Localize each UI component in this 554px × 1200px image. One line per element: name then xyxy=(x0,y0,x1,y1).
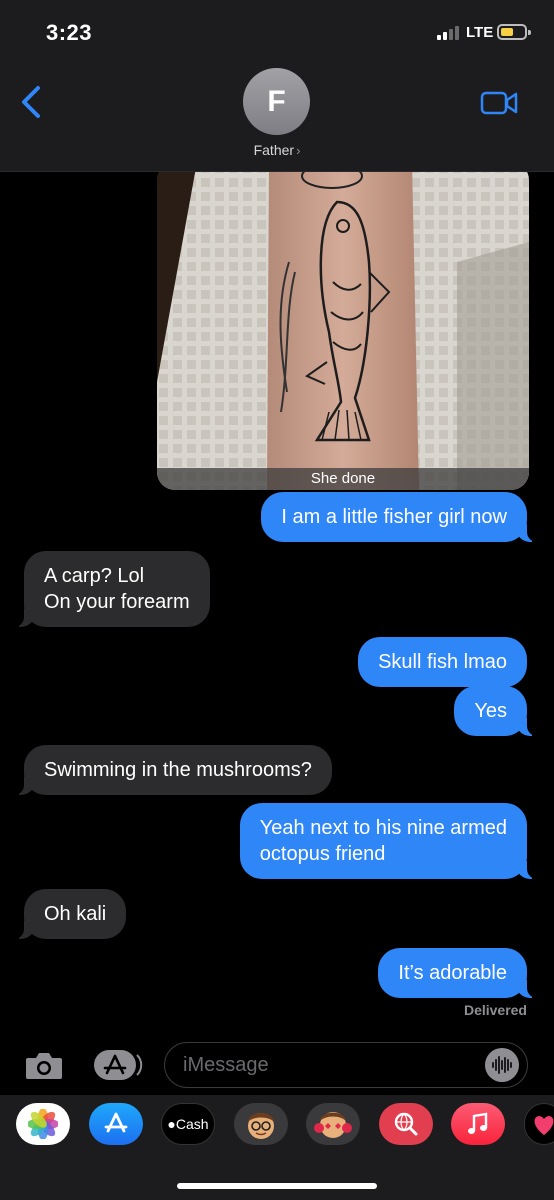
chevron-right-icon: › xyxy=(296,143,301,158)
message-text-line: On your forearm xyxy=(44,591,190,613)
app-store-icon[interactable] xyxy=(89,1103,143,1145)
status-time: 3:23 xyxy=(46,20,93,45)
message-bubble-incoming[interactable]: A carp? Lol On your forearm xyxy=(12,551,210,627)
delivery-status: Delivered xyxy=(463,1002,527,1018)
tattoo-photo xyxy=(157,162,529,490)
signal-strength-icon xyxy=(437,26,459,40)
network-type: LTE xyxy=(466,24,494,41)
digital-touch-icon[interactable] xyxy=(524,1103,554,1145)
message-bubble-outgoing[interactable]: It’s adorable xyxy=(378,948,539,998)
contact-avatar[interactable]: F xyxy=(243,68,310,135)
message-bubble-outgoing[interactable]: I am a little fisher girl now xyxy=(261,492,539,542)
apple-cash-label: Cash xyxy=(175,1116,209,1132)
message-text: Swimming in the mushrooms? xyxy=(44,759,312,781)
apple-cash-icon[interactable]: ●Cash xyxy=(161,1103,215,1145)
photo-attachment[interactable]: She done xyxy=(157,162,529,490)
home-indicator[interactable] xyxy=(177,1183,377,1189)
message-text: I am a little fisher girl now xyxy=(281,506,507,528)
message-text: Skull fish lmao xyxy=(378,651,507,673)
message-bubble-incoming[interactable]: Oh kali xyxy=(11,889,127,939)
memoji-stickers-icon[interactable] xyxy=(306,1103,360,1145)
back-chevron-icon[interactable] xyxy=(18,84,48,120)
memoji-icon[interactable] xyxy=(234,1103,288,1145)
app-store-button-icon[interactable] xyxy=(93,1049,143,1081)
music-icon[interactable] xyxy=(451,1103,505,1145)
photos-app-icon[interactable] xyxy=(16,1103,70,1145)
message-text-line: A carp? Lol xyxy=(44,565,145,587)
apple-logo-icon: ● xyxy=(167,1116,176,1132)
contact-name-button[interactable]: Father › xyxy=(0,142,554,158)
contact-name: Father xyxy=(253,142,295,158)
message-bubble-outgoing[interactable]: Skull fish lmao xyxy=(358,637,527,687)
message-bubble-incoming[interactable]: Swimming in the mushrooms? xyxy=(12,745,332,795)
camera-icon[interactable] xyxy=(24,1049,64,1081)
message-text: Oh kali xyxy=(44,903,107,925)
web-search-icon[interactable] xyxy=(379,1103,433,1145)
avatar-initial: F xyxy=(267,84,286,118)
message-input[interactable]: iMessage xyxy=(164,1042,528,1088)
battery-icon xyxy=(497,24,531,40)
message-bubble-outgoing[interactable]: Yeah next to his nine armed octopus frie… xyxy=(239,803,540,879)
message-text: It’s adorable xyxy=(398,962,507,984)
message-bubble-outgoing[interactable]: Yes xyxy=(454,686,539,736)
facetime-video-icon[interactable] xyxy=(480,90,518,116)
message-input-placeholder: iMessage xyxy=(183,1054,269,1076)
message-text: Yes xyxy=(474,700,507,722)
message-text-line: Yeah next to his nine armed xyxy=(259,817,507,839)
message-text-line: octopus friend xyxy=(259,843,386,865)
photo-caption: She done xyxy=(157,468,529,490)
audio-message-icon[interactable] xyxy=(485,1048,519,1082)
nav-header: 3:23 LTE F Father › xyxy=(0,0,554,172)
